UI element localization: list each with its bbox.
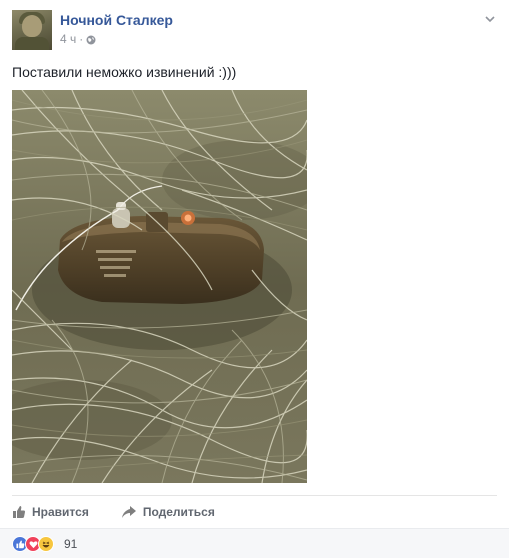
share-button-label: Поделиться bbox=[142, 505, 215, 519]
like-button[interactable]: Нравится bbox=[12, 505, 89, 519]
globe-icon[interactable] bbox=[86, 34, 96, 45]
like-button-label: Нравится bbox=[32, 505, 89, 519]
thumbs-up-icon bbox=[12, 505, 26, 519]
author-name-link[interactable]: Ночной Сталкер bbox=[60, 12, 173, 28]
reaction-count[interactable]: 91 bbox=[64, 537, 77, 551]
post-meta: 4 ч · bbox=[60, 32, 96, 46]
actions-divider bbox=[12, 495, 497, 496]
facebook-post: Ночной Сталкер 4 ч · Поставили неможко и… bbox=[0, 0, 509, 558]
share-arrow-icon bbox=[121, 505, 137, 519]
haha-reaction-icon bbox=[38, 536, 54, 552]
post-text: Поставили неможко извинений :))) bbox=[12, 64, 237, 80]
post-timestamp[interactable]: 4 ч bbox=[60, 32, 76, 46]
avatar[interactable] bbox=[12, 10, 52, 50]
post-actions: Нравится Поделиться bbox=[12, 500, 497, 524]
meta-separator: · bbox=[79, 32, 84, 46]
chevron-down-icon[interactable] bbox=[483, 12, 497, 26]
share-button[interactable]: Поделиться bbox=[121, 505, 215, 519]
reactions-bar: 91 bbox=[0, 528, 509, 558]
post-header: Ночной Сталкер 4 ч · bbox=[12, 10, 497, 52]
post-photo[interactable] bbox=[12, 90, 307, 483]
reaction-icons[interactable] bbox=[12, 536, 54, 552]
